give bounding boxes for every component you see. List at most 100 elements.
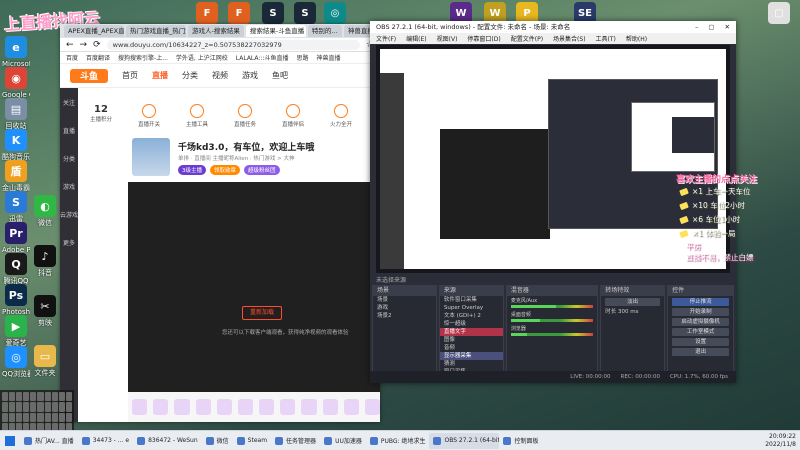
- obs-menu-item[interactable]: 场景集合(S): [553, 34, 586, 43]
- forward-icon[interactable]: →: [80, 40, 88, 50]
- bookmark-link[interactable]: 搜狗搜索引擎-上...: [118, 53, 168, 62]
- desktop-icon[interactable]: PsPhotoshop: [2, 284, 30, 316]
- key[interactable]: [51, 402, 58, 412]
- minimize-icon[interactable]: –: [695, 21, 698, 33]
- key[interactable]: [16, 412, 23, 422]
- desktop-icon[interactable]: ♪ 抖音: [30, 245, 60, 277]
- key[interactable]: [9, 412, 16, 422]
- gift-icon[interactable]: [364, 399, 380, 415]
- source-item[interactable]: 图像: [440, 336, 503, 344]
- control-button[interactable]: 设置: [672, 338, 730, 346]
- scene-item[interactable]: 场景: [373, 296, 436, 304]
- duration-value[interactable]: 300 ms: [618, 309, 638, 315]
- refresh-icon[interactable]: ⟳: [93, 40, 101, 50]
- desktop-icon[interactable]: S 迅雷: [2, 191, 30, 223]
- rail-item[interactable]: 游戏: [60, 172, 78, 200]
- maximize-icon[interactable]: ▢: [708, 21, 714, 33]
- key[interactable]: [2, 392, 9, 402]
- desktop-icon[interactable]: eMicrosoft Edge: [2, 36, 30, 68]
- desktop-icon[interactable]: ◉Google Chrome: [2, 67, 30, 99]
- scene-item[interactable]: 场景2: [373, 312, 436, 320]
- anchor-tool[interactable]: 直播伴侣: [276, 104, 310, 128]
- room-tag[interactable]: 3级主播: [178, 165, 206, 175]
- url-input[interactable]: www.douyu.com/10634227_z=0.5075382270329…: [106, 39, 360, 50]
- taskbar-item[interactable]: UU加速器: [320, 433, 366, 449]
- browser-tab[interactable]: 特别的…: [307, 25, 342, 37]
- gift-icon[interactable]: [174, 399, 190, 415]
- source-item[interactable]: 直播文字: [439, 328, 503, 336]
- key[interactable]: [44, 402, 51, 412]
- control-button[interactable]: 启动虚拟摄像机: [672, 318, 730, 326]
- site-nav-item[interactable]: 分类: [182, 70, 198, 81]
- desktop-icon[interactable]: K 酷狗音乐: [2, 129, 30, 161]
- key[interactable]: [23, 412, 30, 422]
- key[interactable]: [30, 412, 37, 422]
- taskbar-item[interactable]: 微信: [202, 433, 233, 449]
- gift-icon[interactable]: [259, 399, 275, 415]
- rail-item[interactable]: 分类: [60, 144, 78, 172]
- obs-menu-item[interactable]: 工具(T): [596, 34, 616, 43]
- desktop-icon[interactable]: ▭ 文件夹: [30, 345, 60, 377]
- taskbar-item[interactable]: 836472 - WeSun: [133, 433, 202, 449]
- obs-menu-item[interactable]: 帮助(H): [626, 34, 647, 43]
- control-button[interactable]: 工作室模式: [672, 328, 730, 336]
- source-item[interactable]: Super Overlay: [440, 304, 503, 312]
- volume-meter[interactable]: [510, 319, 594, 322]
- key[interactable]: [2, 402, 9, 412]
- desktop-icon[interactable]: ◐ 微信: [30, 195, 60, 227]
- rail-item[interactable]: 直播: [60, 116, 78, 144]
- taskbar-item[interactable]: OBS 27.2.1 (64-bit, ...: [429, 432, 500, 449]
- reload-button[interactable]: 重新加载: [242, 306, 282, 320]
- key[interactable]: [58, 402, 65, 412]
- control-button[interactable]: 退出: [672, 348, 730, 356]
- gift-icon[interactable]: [216, 399, 232, 415]
- start-button[interactable]: [0, 431, 20, 450]
- browser-tab[interactable]: 热门游戏直播_热门游戏视频: [126, 25, 186, 37]
- source-item[interactable]: 音频: [440, 344, 503, 352]
- room-tag[interactable]: 领取勋章: [210, 165, 241, 175]
- key[interactable]: [51, 392, 58, 402]
- bookmark-link[interactable]: 百度: [66, 53, 78, 62]
- rail-item[interactable]: 关注: [60, 88, 78, 116]
- key[interactable]: [51, 412, 58, 422]
- taskbar-item[interactable]: 控制面板: [499, 433, 542, 449]
- site-nav-item[interactable]: 直播: [152, 70, 168, 81]
- anchor-tool[interactable]: 直播任务: [228, 104, 262, 128]
- top-app-icon[interactable]: ▢: [768, 2, 790, 24]
- bookmark-link[interactable]: 学外语, 上沪江网校: [176, 53, 228, 62]
- taskbar-item[interactable]: PUBG: 绝地求生: [366, 433, 430, 449]
- transition-select[interactable]: 淡出: [605, 298, 661, 306]
- volume-meter[interactable]: [510, 305, 594, 308]
- obs-menu-item[interactable]: 停靠窗口(D): [467, 34, 500, 43]
- key[interactable]: [65, 412, 72, 422]
- key[interactable]: [16, 392, 23, 402]
- video-player[interactable]: 重新加载 您还可以下载客户端观看，获得纯净视频的观看体验: [128, 182, 380, 392]
- key[interactable]: [65, 392, 72, 402]
- gift-icon[interactable]: [132, 399, 148, 415]
- top-app-icon[interactable]: F: [196, 2, 218, 24]
- desktop-icon[interactable]: Q 腾讯QQ: [2, 253, 30, 285]
- key[interactable]: [30, 402, 37, 412]
- key[interactable]: [58, 412, 65, 422]
- key[interactable]: [37, 402, 44, 412]
- browser-tab[interactable]: 游戏人-搜索結果: [188, 25, 244, 37]
- anchor-tool[interactable]: 直播开关: [132, 104, 166, 128]
- source-item[interactable]: 猜测: [440, 360, 503, 368]
- key[interactable]: [65, 402, 72, 412]
- gift-icon[interactable]: [280, 399, 296, 415]
- desktop-icon[interactable]: PrAdobe Premiere: [2, 222, 30, 254]
- scene-item[interactable]: 游戏: [373, 304, 436, 312]
- site-nav-item[interactable]: 游戏: [242, 70, 258, 81]
- room-tag[interactable]: 超级粉丝团: [244, 165, 280, 175]
- browser-tab[interactable]: APEX直播_APEX直播视频: [64, 25, 124, 37]
- control-button[interactable]: 开始录制: [672, 308, 730, 316]
- key[interactable]: [37, 412, 44, 422]
- top-app-icon[interactable]: S: [294, 2, 316, 24]
- room-avatar[interactable]: [132, 138, 170, 176]
- source-item[interactable]: 软件窗口采集: [440, 296, 503, 304]
- key[interactable]: [23, 392, 30, 402]
- bookmark-link[interactable]: LALALA:::斗鱼直播: [236, 53, 289, 62]
- key[interactable]: [44, 392, 51, 402]
- taskbar-item[interactable]: 热门AV... 直播: [20, 433, 78, 449]
- volume-meter[interactable]: [510, 333, 594, 336]
